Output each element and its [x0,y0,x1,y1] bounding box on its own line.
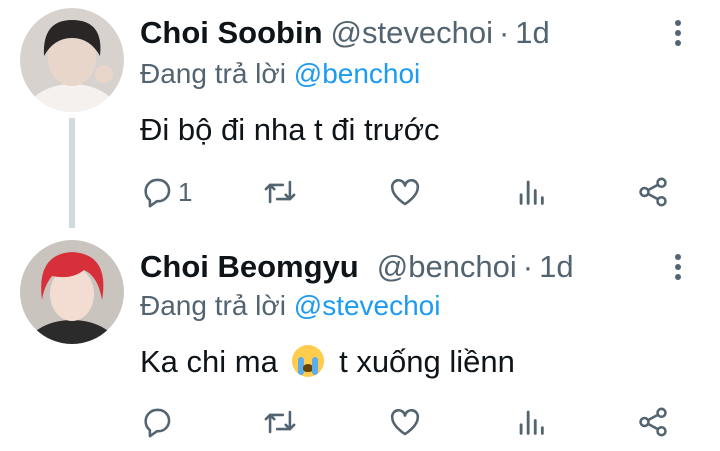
more-options-icon[interactable] [666,252,690,282]
reply-button[interactable] [140,404,174,440]
tweet-text: Đi bộ đi nha t đi trước [140,112,440,147]
replying-to-label: Đang trả lời [140,58,286,89]
views-icon [519,410,544,435]
tweet-text: Ka chi ma t xuống liềnn [140,342,515,382]
reply-count: 1 [178,176,193,207]
retweet-button[interactable] [262,174,298,210]
share-button[interactable] [636,404,670,440]
reply-icon [144,178,171,208]
like-icon [390,409,420,436]
tweet-header: Choi Beomgyu @benchoi · 1d [140,248,574,286]
views-icon [519,180,544,205]
tweet-1[interactable]: Choi Soobin @stevechoi · 1d Đang trả lời @b… [0,0,720,228]
tweet-header: Choi Soobin @stevechoi · 1d [140,14,550,52]
views-button[interactable] [514,404,548,440]
like-icon [390,179,420,206]
like-button[interactable] [388,174,422,210]
reply-mention-link[interactable]: @benchoi [294,58,421,89]
avatar[interactable] [20,8,124,112]
share-icon [639,407,667,437]
username[interactable]: @benchoi [377,249,517,284]
separator: · [498,15,510,50]
reply-mention-link[interactable]: @stevechoi [294,290,441,321]
tweet-2[interactable]: Choi Beomgyu @benchoi · 1d Đang trả lời @st… [0,226,720,451]
separator: · [522,249,534,284]
reply-button[interactable]: 1 [140,174,192,210]
reply-icon [144,408,171,438]
views-button[interactable] [514,174,548,210]
retweet-button[interactable] [262,404,298,440]
action-bar: 1 [140,174,700,210]
retweet-icon [264,410,296,434]
timestamp[interactable]: 1d [515,15,549,50]
replying-to: Đang trả lời @stevechoi [140,288,440,324]
username[interactable]: @stevechoi [331,15,493,50]
action-bar [140,404,700,440]
tweet-text-part: Ka chi ma [140,344,278,379]
loudly-crying-face-icon [292,345,325,377]
like-button[interactable] [388,404,422,440]
replying-to: Đang trả lời @benchoi [140,56,420,92]
share-icon [639,177,667,207]
thread-line [69,118,75,228]
display-name[interactable]: Choi Beomgyu [140,249,359,284]
tweet-text-part: t xuống liềnn [339,344,515,379]
display-name[interactable]: Choi Soobin [140,15,323,50]
timestamp[interactable]: 1d [539,249,573,284]
more-options-icon[interactable] [666,18,690,48]
share-button[interactable] [636,174,670,210]
retweet-icon [264,180,296,204]
avatar[interactable] [20,240,124,344]
replying-to-label: Đang trả lời [140,290,286,321]
